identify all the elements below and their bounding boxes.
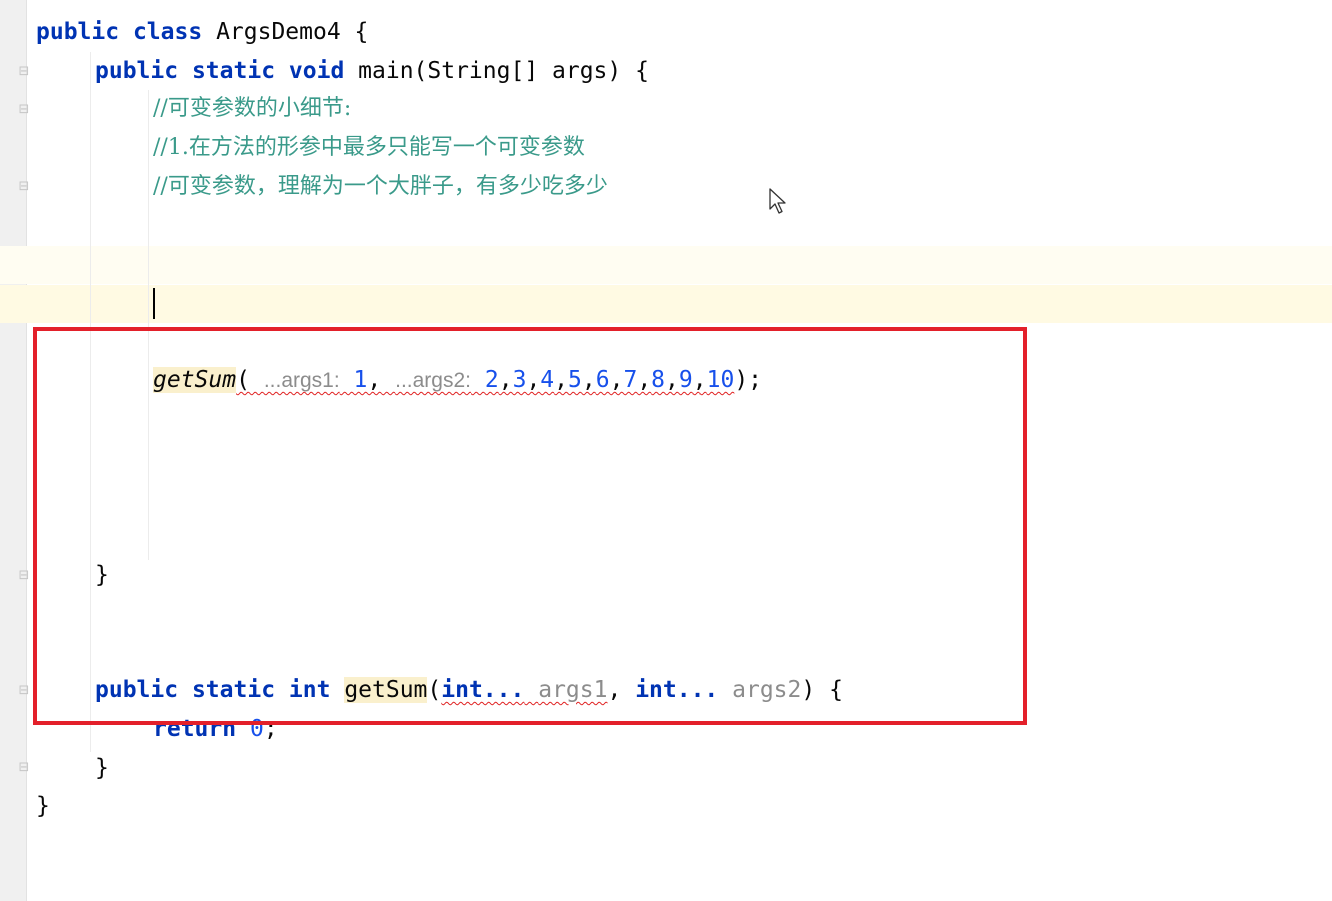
class-name: ArgsDemo4	[216, 19, 341, 45]
fold-marker-icon[interactable]: ⊟	[17, 102, 31, 118]
fold-marker-icon[interactable]: ⊟	[17, 568, 31, 584]
text-caret	[153, 288, 155, 319]
fold-marker-icon[interactable]: ⊟	[17, 683, 31, 699]
comment-line[interactable]: //1.在方法的形参中最多只能写一个可变参数	[153, 129, 585, 167]
keyword: class	[132, 19, 203, 45]
mouse-pointer-icon	[769, 188, 786, 214]
comment-line[interactable]: //可变参数的小细节:	[153, 90, 351, 128]
keyword: public	[95, 58, 179, 84]
closing-brace[interactable]: }	[36, 787, 50, 825]
fold-marker-icon[interactable]: ⊟	[17, 64, 31, 80]
fold-marker-icon[interactable]: ⊟	[17, 760, 31, 776]
current-line-highlight	[0, 285, 1332, 323]
brace: {	[354, 19, 369, 45]
red-highlight-box	[33, 327, 1027, 725]
comment-line[interactable]: //可变参数，理解为一个大胖子，有多少吃多少	[153, 168, 608, 206]
method-signature: main(String[] args) {	[358, 58, 649, 84]
keyword: void	[288, 58, 345, 84]
line-highlight	[0, 246, 1332, 284]
class-declaration-line[interactable]: public class ArgsDemo4 {	[36, 13, 368, 51]
keyword: static	[191, 58, 276, 84]
closing-brace[interactable]: }	[95, 749, 109, 787]
fold-marker-icon[interactable]: ⊟	[17, 179, 31, 195]
main-declaration-line[interactable]: public static void main(String[] args) {	[95, 52, 649, 90]
keyword: public	[36, 19, 120, 45]
